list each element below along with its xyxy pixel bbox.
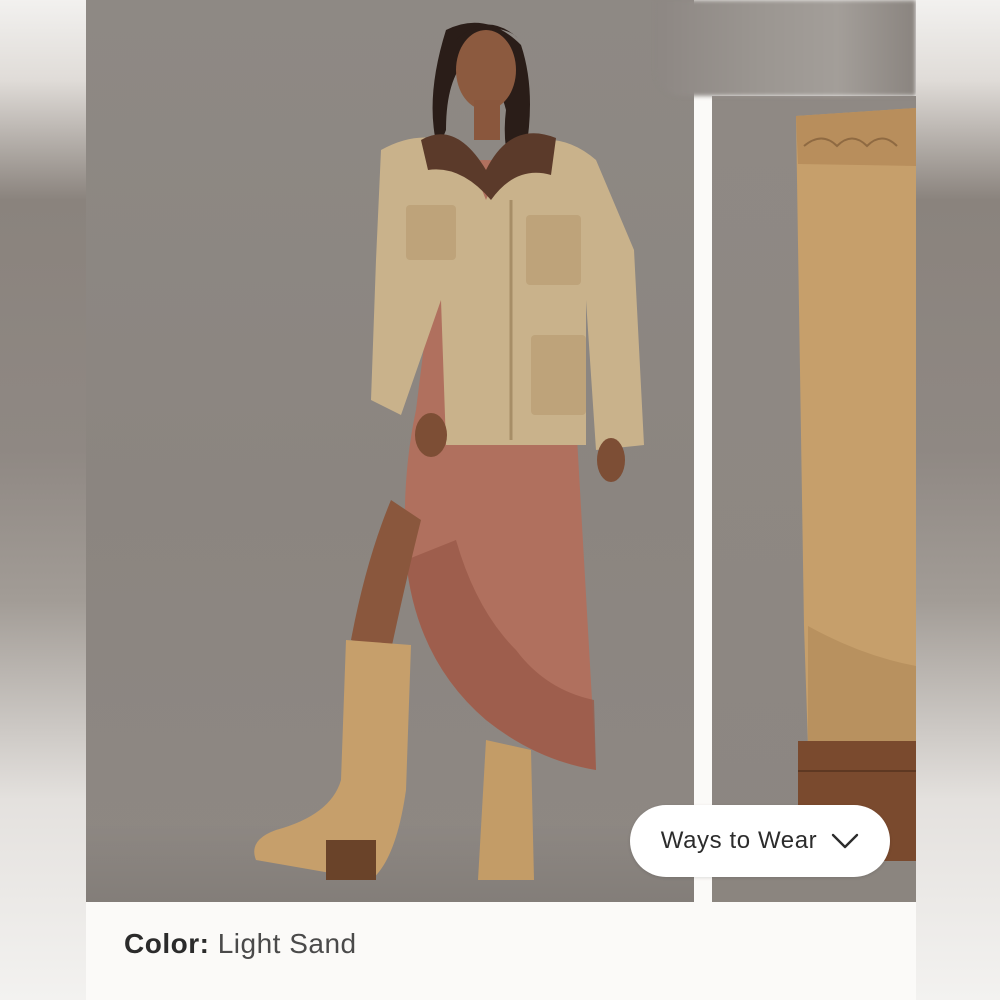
slide-gap xyxy=(694,96,712,902)
color-value: Light Sand xyxy=(217,928,357,959)
ways-to-wear-button[interactable]: Ways to Wear xyxy=(630,805,890,877)
model-figure xyxy=(254,22,644,880)
image-carousel[interactable]: Ways to Wear xyxy=(86,0,916,902)
model-photo[interactable] xyxy=(86,0,694,902)
product-gallery-frame: Ways to Wear Color: Light Sand xyxy=(86,0,916,1000)
boot-closeup-photo[interactable] xyxy=(712,96,916,902)
chevron-down-icon xyxy=(832,833,859,849)
color-label: Color: xyxy=(124,928,210,959)
product-info-bar: Color: Light Sand xyxy=(86,902,916,1000)
color-selection: Color: Light Sand xyxy=(124,928,357,960)
boot-closeup xyxy=(712,108,916,902)
blurred-thumbnail xyxy=(656,0,916,96)
ways-to-wear-label: Ways to Wear xyxy=(660,827,818,854)
